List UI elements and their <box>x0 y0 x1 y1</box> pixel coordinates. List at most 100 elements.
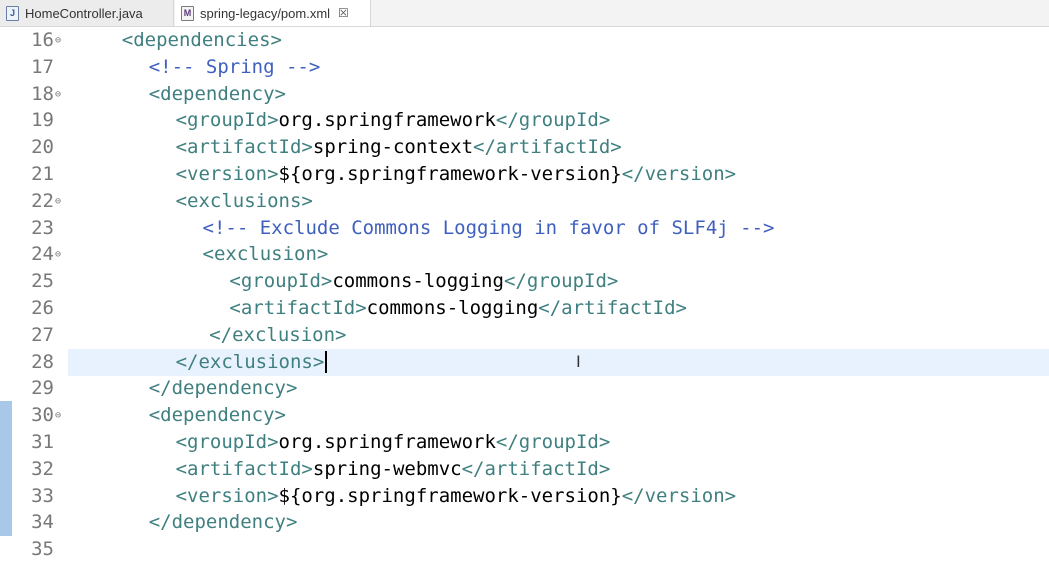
code-line[interactable]: 34 </dependency> <box>0 509 1049 536</box>
line-number: 22 <box>31 189 54 212</box>
xml-tag: <groupId> <box>175 109 279 132</box>
xml-text: ${org.springframework-version} <box>278 163 622 185</box>
xml-comment: <!-- Spring --> <box>148 55 321 78</box>
code-text: <dependency> <box>149 81 286 108</box>
xml-tag: <groupId> <box>175 431 279 453</box>
code-text: <version>${org.springframework-version}<… <box>176 483 737 510</box>
code-line[interactable]: 28 </exclusions> <box>0 348 1049 376</box>
code-line[interactable]: 23 <!-- Exclude Commons Logging in favor … <box>0 215 1049 242</box>
xml-tag: </exclusion> <box>209 323 347 346</box>
xml-tag: </dependency> <box>148 377 298 400</box>
line-number: 35 <box>31 538 54 561</box>
xml-text: spring-webmvc <box>312 457 462 480</box>
line-number: 24 <box>31 243 54 266</box>
text-caret <box>325 351 328 374</box>
line-number: 21 <box>31 163 54 185</box>
xml-text: spring-context <box>312 136 474 159</box>
code-text: <artifactId>spring-webmvc</artifactId> <box>176 456 611 483</box>
xml-text: commons-logging <box>332 270 504 293</box>
xml-tag: </dependency> <box>148 511 298 534</box>
fold-toggle-icon[interactable]: ⊖ <box>55 241 61 268</box>
line-number: 25 <box>31 270 54 293</box>
change-marker <box>0 401 12 536</box>
xml-tag: <version> <box>175 163 279 185</box>
code-line[interactable]: 27 </exclusion> <box>0 322 1049 349</box>
code-line[interactable]: 33 <version>${org.springframework-version… <box>0 483 1049 510</box>
tab-label: spring-legacy/pom.xml <box>200 5 331 21</box>
fold-toggle-icon[interactable]: ⊖ <box>55 27 61 54</box>
code-line[interactable]: 16 ⊖ <dependencies> <box>0 27 1049 54</box>
code-text: <groupId>org.springframework</groupId> <box>176 107 611 134</box>
xml-tag: </artifactId> <box>538 297 687 319</box>
line-number: 16 <box>31 29 54 51</box>
code-text: <artifactId>commons-logging</artifactId> <box>229 295 687 322</box>
xml-text: org.springframework <box>278 109 496 132</box>
code-text: <!-- Exclude Commons Logging in favor of… <box>203 215 775 242</box>
mouse-ibeam-cursor: I <box>576 352 581 371</box>
xml-tag: <artifactId> <box>229 297 367 319</box>
code-text: </dependency> <box>149 375 298 402</box>
tab-pom-xml[interactable]: M spring-legacy/pom.xml ☒ <box>175 0 371 26</box>
line-number: 19 <box>31 109 54 132</box>
xml-comment: <!-- Exclude Commons Logging in favor of… <box>202 216 775 239</box>
code-text: <exclusion> <box>203 241 329 268</box>
code-text: </exclusion> <box>209 322 346 349</box>
code-text: <!-- Spring --> <box>149 54 321 81</box>
editor-tab-bar: J HomeController.java M spring-legacy/po… <box>0 0 1049 27</box>
code-line[interactable]: 19 <groupId>org.springframework</groupId> <box>0 107 1049 134</box>
code-line[interactable]: 26 <artifactId>commons-logging</artifactI… <box>0 295 1049 322</box>
xml-tag: <dependency> <box>148 404 286 427</box>
xml-text: ${org.springframework-version} <box>278 484 622 507</box>
code-line[interactable]: 18 ⊖ <dependency> <box>0 81 1049 108</box>
code-line[interactable]: 32 <artifactId>spring-webmvc</artifactId> <box>0 456 1049 483</box>
line-number: 26 <box>31 297 54 319</box>
code-text: <groupId>org.springframework</groupId> <box>176 429 611 456</box>
java-file-icon: J <box>6 5 19 21</box>
xml-tag: </artifactId> <box>473 136 622 159</box>
xml-file-icon: M <box>181 5 194 21</box>
line-number: 27 <box>31 323 54 346</box>
xml-tag: <groupId> <box>229 270 333 293</box>
code-text: <version>${org.springframework-version}<… <box>176 161 737 188</box>
xml-tag: </artifactId> <box>461 457 611 480</box>
fold-toggle-icon[interactable]: ⊖ <box>55 81 61 108</box>
code-text: <dependency> <box>149 402 286 429</box>
xml-tag: <artifactId> <box>175 136 313 159</box>
code-line[interactable]: 22 ⊖ <exclusions> <box>0 188 1049 215</box>
xml-tag: </version> <box>621 163 737 185</box>
code-line[interactable]: 24 ⊖ <exclusion> <box>0 241 1049 268</box>
fold-toggle-icon[interactable]: ⊖ <box>55 402 61 429</box>
code-line[interactable]: 31 <groupId>org.springframework</groupId> <box>0 429 1049 456</box>
fold-toggle-icon[interactable]: ⊖ <box>55 188 61 215</box>
xml-tag: <dependency> <box>148 82 286 105</box>
xml-tag: </groupId> <box>503 270 619 293</box>
code-line[interactable]: 21 <version>${org.springframework-version… <box>0 161 1049 188</box>
xml-tag: <dependencies> <box>121 29 282 51</box>
close-tab-icon[interactable]: ☒ <box>338 6 349 20</box>
tab-label: HomeController.java <box>25 5 143 21</box>
line-number: 28 <box>31 350 54 373</box>
code-line[interactable]: 35 <box>0 536 1049 563</box>
xml-tag: </exclusions> <box>175 350 325 373</box>
line-number: 18 <box>31 82 54 105</box>
xml-text: commons-logging <box>366 297 539 319</box>
code-text: <groupId>commons-logging</groupId> <box>229 268 618 295</box>
code-line[interactable]: 30 ⊖ <dependency> <box>0 402 1049 429</box>
code-line[interactable]: 20 <artifactId>spring-context</artifactId… <box>0 134 1049 161</box>
line-number: 23 <box>31 216 54 239</box>
xml-tag: <exclusions> <box>175 189 313 212</box>
code-text: </dependency> <box>149 509 298 536</box>
line-number: 29 <box>31 377 54 400</box>
tab-home-controller[interactable]: J HomeController.java <box>0 0 174 26</box>
xml-tag: </groupId> <box>495 109 611 132</box>
xml-tag: <artifactId> <box>175 457 313 480</box>
code-text: <dependencies> <box>122 27 282 54</box>
xml-tag: </version> <box>621 484 737 507</box>
code-line[interactable]: 17 <!-- Spring --> <box>0 54 1049 81</box>
code-line[interactable]: 25 <groupId>commons-logging</groupId> <box>0 268 1049 295</box>
xml-tag: </groupId> <box>495 431 611 453</box>
xml-tag: <exclusion> <box>202 243 329 266</box>
code-editor[interactable]: 35 34 </dependency> 33 <version>${org.spring… <box>0 27 1049 560</box>
code-text: <exclusions> <box>176 188 313 215</box>
code-line[interactable]: 29 </dependency> <box>0 375 1049 402</box>
